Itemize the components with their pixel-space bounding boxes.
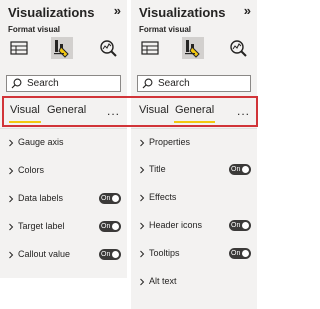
chevron-right-icon [9, 139, 14, 147]
data-labels-toggle[interactable]: On [99, 193, 121, 204]
visualizations-pane-general-tab: Visualizations » Format visual Search Vi… [131, 0, 257, 309]
build-visual-icon[interactable] [139, 37, 161, 59]
toggle-knob [112, 223, 119, 230]
header-icons-toggle[interactable]: On [229, 220, 251, 231]
card-callout-value[interactable]: Callout value On [0, 246, 127, 266]
card-gauge-axis[interactable]: Gauge axis [0, 134, 127, 154]
pane-title: Visualizations [8, 5, 95, 20]
chevron-right-icon [9, 223, 14, 231]
chevron-right-icon [9, 251, 14, 259]
search-icon [11, 78, 22, 89]
card-label: Colors [18, 165, 45, 175]
toggle-text: On [101, 223, 111, 230]
toggle-text: On [231, 250, 241, 257]
card-label: Alt text [149, 276, 177, 286]
collapse-pane-icon[interactable]: » [114, 3, 121, 18]
analytics-icon[interactable] [227, 37, 249, 59]
card-label: Gauge axis [18, 137, 64, 147]
card-target-label[interactable]: Target label On [0, 218, 127, 238]
card-label: Target label [18, 221, 65, 231]
card-tooltips[interactable]: Tooltips On [131, 245, 257, 265]
card-title[interactable]: Title On [131, 161, 257, 181]
toggle-text: On [231, 166, 241, 173]
toggle-knob [242, 250, 249, 257]
chevron-right-icon [9, 167, 14, 175]
tooltips-toggle[interactable]: On [229, 248, 251, 259]
pane-title: Visualizations [139, 5, 226, 20]
toggle-text: On [101, 251, 111, 258]
build-visual-icon[interactable] [8, 37, 30, 59]
card-label: Title [149, 164, 166, 174]
callout-value-toggle[interactable]: On [99, 249, 121, 260]
format-visual-icon[interactable] [51, 37, 73, 59]
format-visual-icon[interactable] [182, 37, 204, 59]
chevron-right-icon [140, 194, 145, 202]
card-effects[interactable]: Effects [131, 189, 257, 209]
search-box[interactable]: Search [6, 75, 121, 92]
chevron-right-icon [140, 250, 145, 258]
search-placeholder: Search [27, 78, 59, 89]
card-data-labels[interactable]: Data labels On [0, 190, 127, 210]
card-label: Effects [149, 192, 177, 202]
card-label: Callout value [18, 249, 71, 259]
analytics-icon[interactable] [97, 37, 119, 59]
card-label: Tooltips [149, 248, 180, 258]
search-box[interactable]: Search [137, 75, 251, 92]
pane-subtitle: Format visual [8, 25, 61, 34]
toggle-text: On [101, 195, 111, 202]
toggle-text: On [231, 222, 241, 229]
chevron-right-icon [140, 166, 145, 174]
toggle-knob [112, 251, 119, 258]
card-label: Data labels [18, 193, 64, 203]
chevron-right-icon [9, 195, 14, 203]
card-header-icons[interactable]: Header icons On [131, 217, 257, 237]
toggle-knob [242, 166, 249, 173]
divider [0, 128, 127, 129]
tabs-highlight-box [2, 96, 258, 127]
card-label: Properties [149, 137, 191, 147]
pane-subtitle: Format visual [139, 25, 192, 34]
search-placeholder: Search [158, 78, 190, 89]
title-toggle[interactable]: On [229, 164, 251, 175]
chevron-right-icon [140, 139, 145, 147]
chevron-right-icon [140, 278, 145, 286]
chevron-right-icon [140, 222, 145, 230]
toggle-knob [112, 195, 119, 202]
card-alt-text[interactable]: Alt text [131, 273, 257, 293]
target-label-toggle[interactable]: On [99, 221, 121, 232]
card-label: Header icons [149, 220, 203, 230]
visualizations-pane-visual-tab: Visualizations » Format visual Search Vi… [0, 0, 127, 278]
divider [131, 128, 257, 129]
search-icon [142, 78, 153, 89]
toggle-knob [242, 222, 249, 229]
card-properties[interactable]: Properties [131, 134, 257, 154]
collapse-pane-icon[interactable]: » [244, 3, 251, 18]
card-colors[interactable]: Colors [0, 162, 127, 182]
